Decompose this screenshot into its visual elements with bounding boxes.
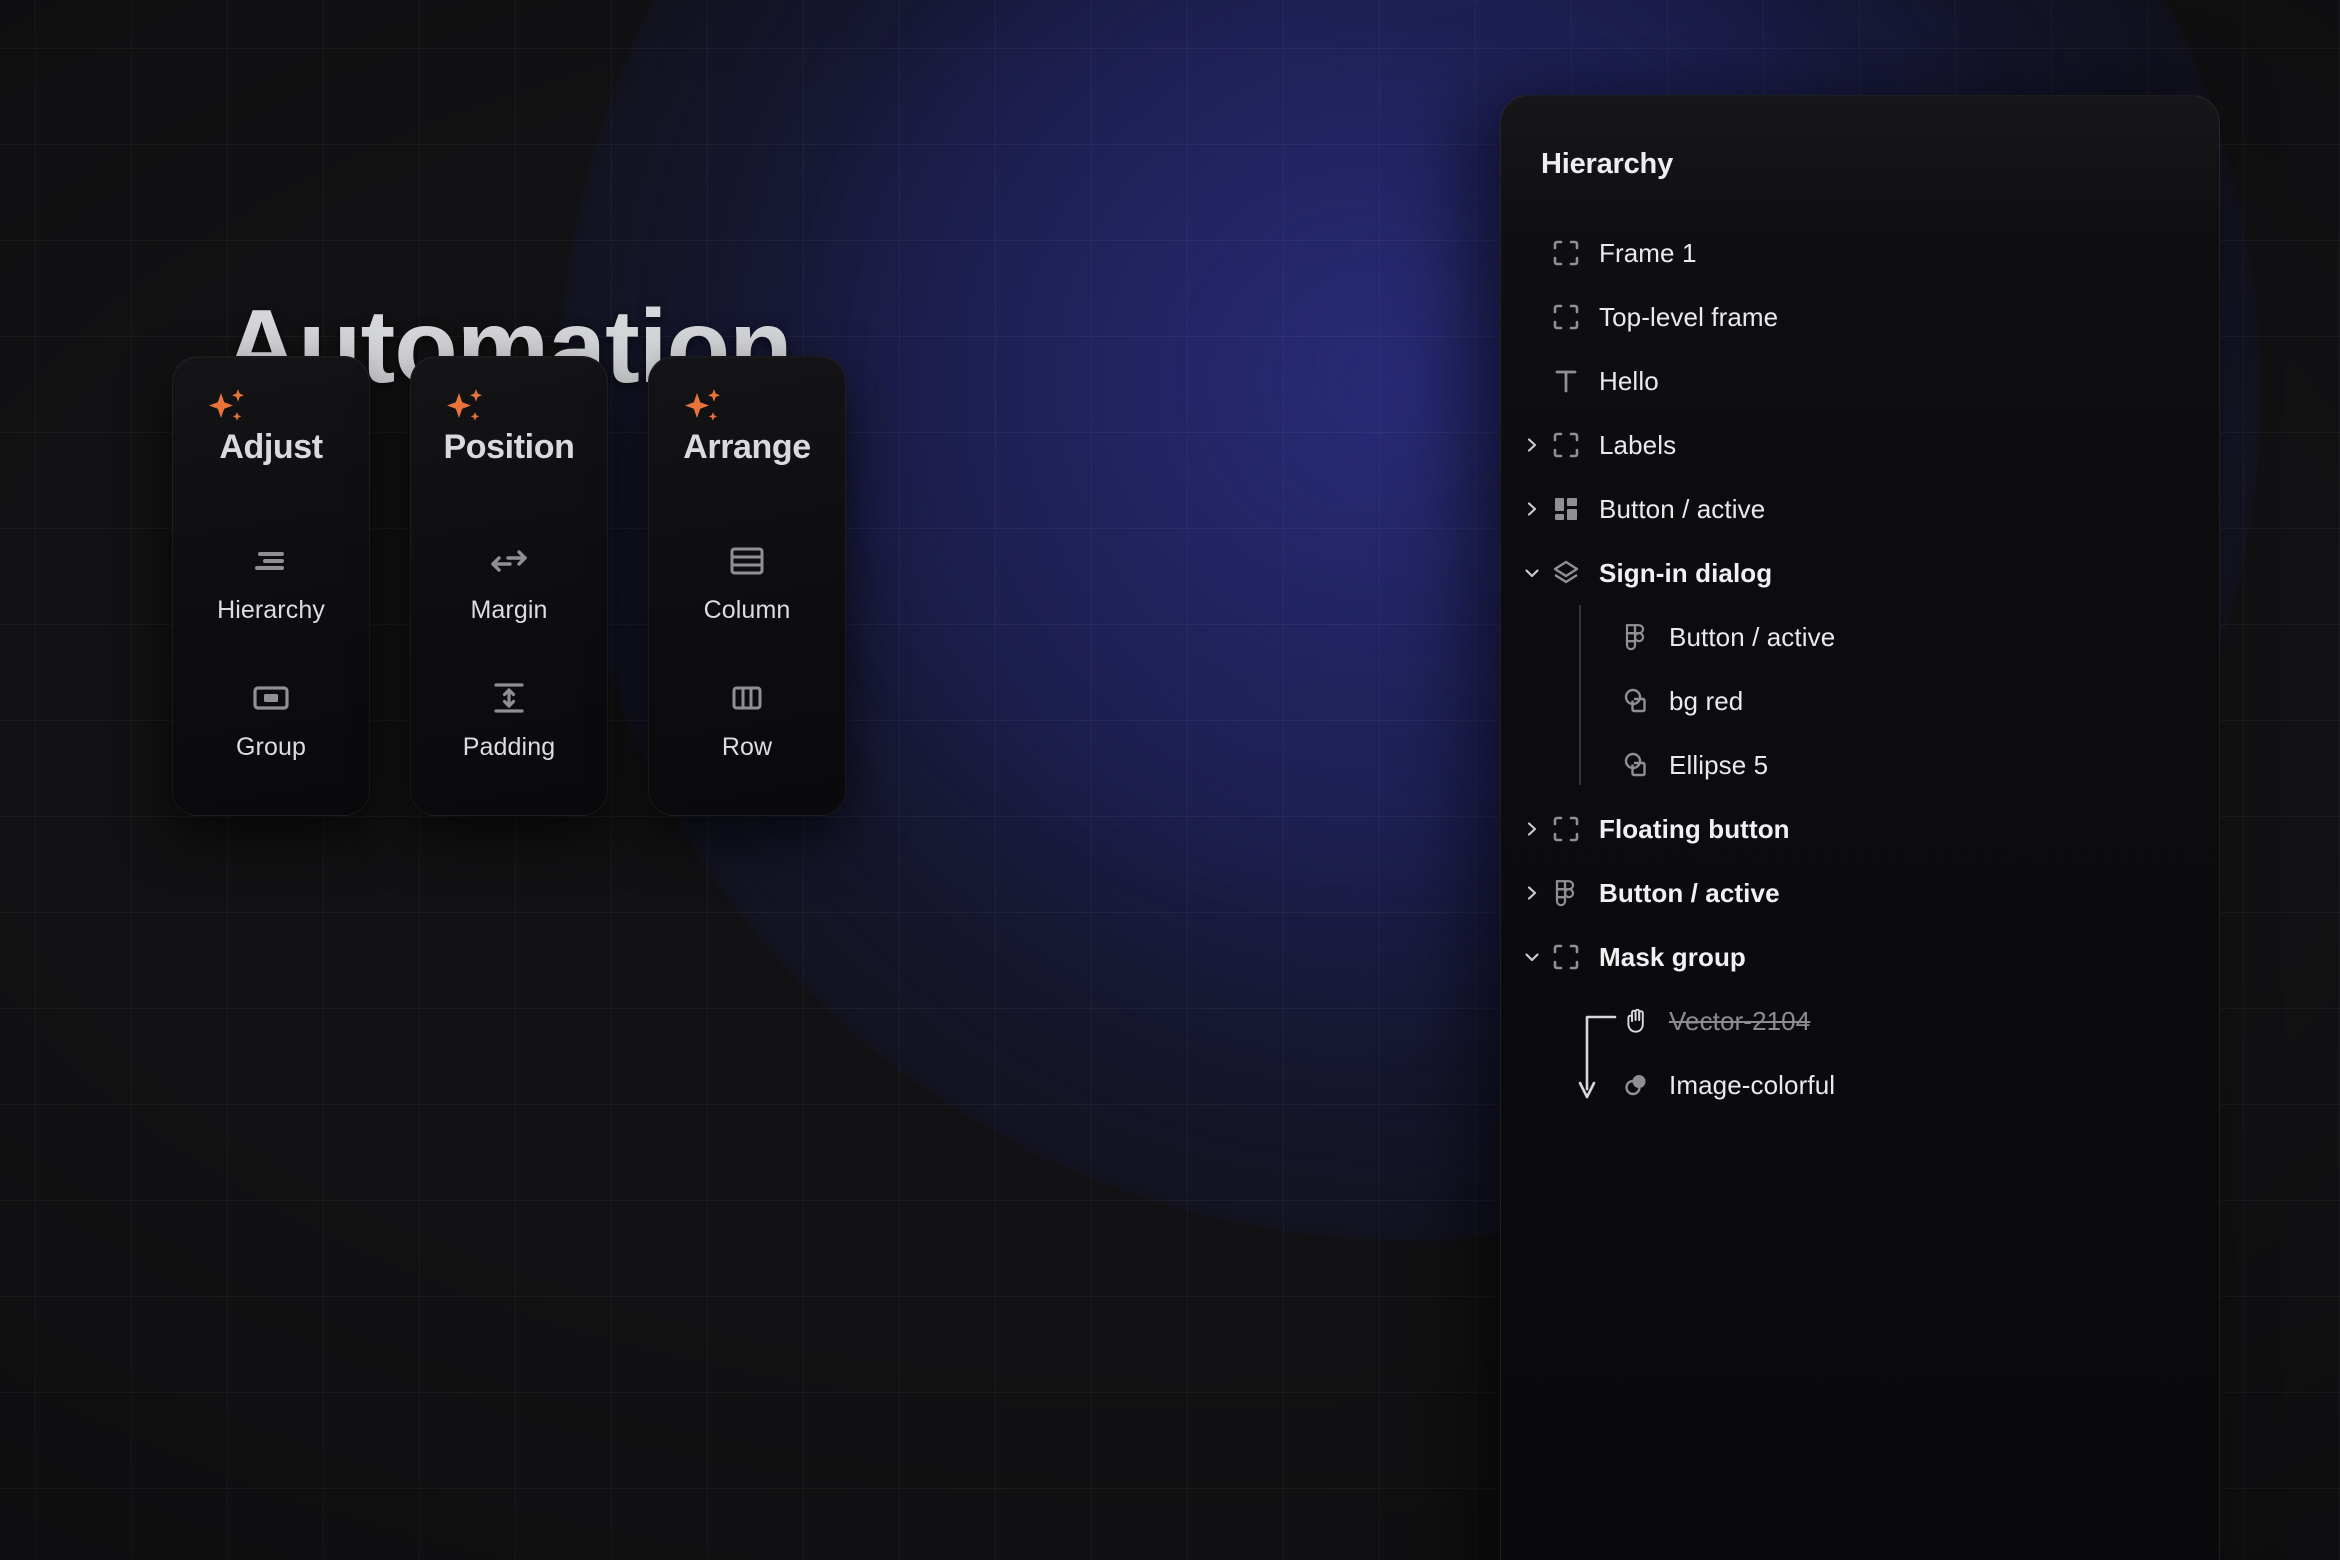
card-badge (425, 387, 593, 429)
layer-row[interactable]: Floating button (1501, 797, 2219, 861)
row-layout-icon (726, 677, 768, 719)
layer-label: Button / active (1599, 493, 1766, 524)
card-action-list: Column Row (663, 540, 831, 762)
layer-row[interactable]: bg red (1501, 669, 2219, 733)
twisty-placeholder (1589, 688, 1615, 714)
card-action-label: Hierarchy (217, 596, 325, 625)
layer-row[interactable]: Frame 1 (1501, 221, 2219, 285)
layer-row[interactable]: Ellipse 5 (1501, 733, 2219, 797)
layer-label: Vector-2104 (1669, 1005, 1811, 1036)
frame-icon (1549, 236, 1583, 270)
card-action-list: Hierarchy Group (187, 540, 355, 762)
sparkle-icon (685, 389, 720, 421)
column-layout-icon (726, 540, 768, 582)
layer-row[interactable]: Button / active (1501, 861, 2219, 925)
card-action-list: Margin Padding (425, 540, 593, 762)
sparkle-icon (209, 389, 244, 421)
text-icon (1549, 364, 1583, 398)
card-action-column[interactable]: Column (704, 540, 791, 625)
layer-label: Button / active (1599, 877, 1780, 908)
feature-card-position[interactable]: Position Margin Padding (410, 356, 608, 816)
layer-label: Floating button (1599, 813, 1790, 844)
layer-row[interactable]: Hello (1501, 349, 2219, 413)
card-action-label: Margin (470, 596, 548, 625)
card-action-margin[interactable]: Margin (470, 540, 547, 625)
card-title: Arrange (683, 428, 811, 466)
tree-guide-line (1579, 605, 1581, 785)
frame-icon (1549, 812, 1583, 846)
card-action-padding[interactable]: Padding (463, 677, 555, 762)
group-frame-icon (250, 677, 292, 719)
layer-label: bg red (1669, 685, 1744, 716)
boolean-union-icon (1619, 684, 1653, 718)
card-action-label: Column (703, 596, 791, 625)
card-badge (663, 387, 831, 429)
twisty-placeholder (1589, 624, 1615, 650)
hierarchy-panel: Hierarchy Frame 1 Top-level frame Hello … (1500, 95, 2220, 1560)
horizontal-arrows-icon (488, 540, 530, 582)
frame-icon (1549, 300, 1583, 334)
feature-card-list: Adjust Hierarchy Group Position Margin P… (172, 356, 846, 816)
vertical-spacing-icon (488, 677, 530, 719)
twisty-placeholder (1519, 240, 1545, 266)
figma-component-icon (1549, 876, 1583, 910)
app-canvas: Automation Adjust Hierarchy Group Positi… (0, 0, 2340, 1560)
card-badge (187, 387, 355, 429)
card-action-row[interactable]: Row (722, 677, 772, 762)
figma-component-icon (1619, 620, 1653, 654)
card-action-hierarchy[interactable]: Hierarchy (217, 540, 325, 625)
twisty-placeholder (1589, 752, 1615, 778)
component-set-icon (1549, 492, 1583, 526)
layer-row[interactable]: Button / active (1501, 477, 2219, 541)
twisty-placeholder (1519, 368, 1545, 394)
layer-label: Frame 1 (1599, 237, 1697, 268)
drag-reorder-connector (1571, 1015, 1631, 1108)
chevron-right-icon[interactable] (1519, 432, 1545, 458)
layer-row[interactable]: Button / active (1501, 605, 2219, 669)
card-title: Position (443, 428, 575, 466)
layer-label: Sign-in dialog (1599, 557, 1773, 588)
twisty-placeholder (1519, 304, 1545, 330)
layer-label: Ellipse 5 (1669, 749, 1769, 780)
layer-label: Button / active (1669, 621, 1836, 652)
sparkle-icon (447, 389, 482, 421)
layer-label: Mask group (1599, 941, 1746, 972)
layer-row[interactable]: Mask group (1501, 925, 2219, 989)
layer-row[interactable]: Sign-in dialog (1501, 541, 2219, 605)
card-action-label: Padding (462, 733, 556, 762)
layer-tree: Frame 1 Top-level frame Hello Labels But… (1501, 221, 2219, 1117)
chevron-right-icon[interactable] (1519, 496, 1545, 522)
card-action-label: Group (236, 733, 306, 762)
hierarchy-lines-icon (250, 540, 292, 582)
chevron-right-icon[interactable] (1519, 816, 1545, 842)
chevron-down-icon[interactable] (1519, 560, 1545, 586)
layer-row[interactable]: Labels (1501, 413, 2219, 477)
card-title: Adjust (219, 428, 323, 466)
card-action-label: Row (721, 733, 773, 762)
boolean-union-icon (1619, 748, 1653, 782)
layer-row[interactable]: Top-level frame (1501, 285, 2219, 349)
layer-label: Hello (1599, 365, 1659, 396)
card-action-group[interactable]: Group (236, 677, 306, 762)
panel-title: Hierarchy (1541, 148, 1673, 180)
chevron-down-icon[interactable] (1519, 944, 1545, 970)
feature-card-adjust[interactable]: Adjust Hierarchy Group (172, 356, 370, 816)
frame-icon (1549, 940, 1583, 974)
layer-label: Top-level frame (1599, 301, 1779, 332)
chevron-right-icon[interactable] (1519, 880, 1545, 906)
frame-icon (1549, 428, 1583, 462)
feature-card-arrange[interactable]: Arrange Column Row (648, 356, 846, 816)
layers-icon (1549, 556, 1583, 590)
layer-label: Image-colorful (1669, 1069, 1836, 1100)
layer-label: Labels (1599, 429, 1677, 460)
